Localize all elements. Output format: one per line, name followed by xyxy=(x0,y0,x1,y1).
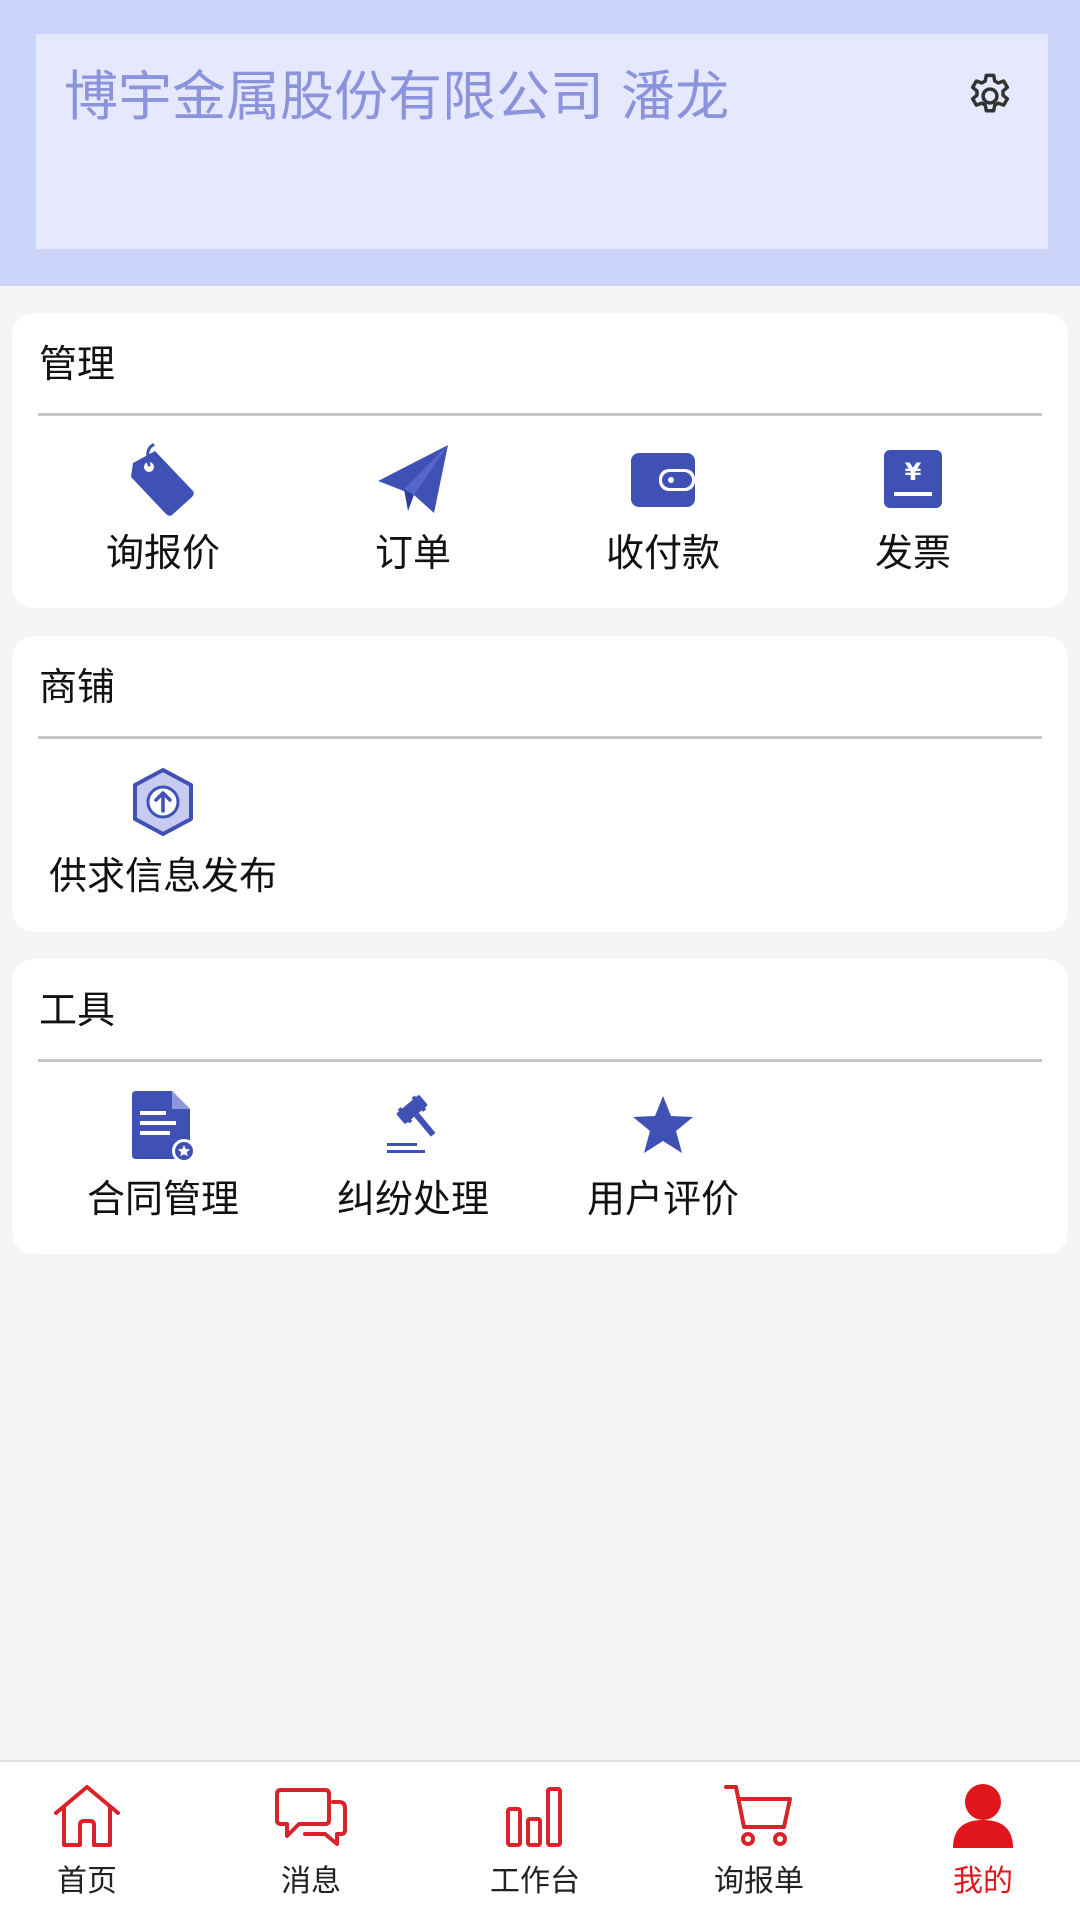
grid-item-supply-demand-publish[interactable]: 供求信息发布 xyxy=(38,762,288,902)
tab-messages[interactable]: 消息 xyxy=(211,1780,411,1910)
grid-label: 纠纷处理 xyxy=(336,1177,489,1221)
contract-document-icon xyxy=(123,1085,203,1165)
divider xyxy=(38,736,1042,739)
grid-item-dispute-handling[interactable]: 纠纷处理 xyxy=(288,1085,538,1225)
section-tools: 工具 合同管理 纠纷处理 用户评价 xyxy=(12,959,1068,1254)
profile-card[interactable]: 博宇金属股份有限公司 潘龙 xyxy=(36,34,1048,249)
grid-item-orders[interactable]: 订单 xyxy=(288,439,538,579)
tab-label: 首页 xyxy=(57,1864,117,1899)
user-icon xyxy=(945,1780,1021,1852)
bar-chart-icon xyxy=(497,1780,573,1852)
bottom-tab-bar: 首页 消息 工作台 询报单 我的 xyxy=(0,1760,1080,1920)
grid-item-contract-management[interactable]: 合同管理 xyxy=(38,1085,288,1225)
header-band: 博宇金属股份有限公司 潘龙 xyxy=(0,0,1080,286)
invoice-yen-icon: ¥ xyxy=(873,439,953,519)
gear-icon xyxy=(964,70,1016,126)
tab-inquiry-list[interactable]: 询报单 xyxy=(659,1780,859,1910)
tab-home[interactable]: 首页 xyxy=(0,1780,187,1910)
home-icon xyxy=(49,1780,125,1852)
grid-label: 发票 xyxy=(874,531,951,575)
grid-label: 用户评价 xyxy=(586,1177,739,1221)
section-title-management: 管理 xyxy=(39,342,116,386)
divider xyxy=(38,1059,1042,1062)
star-icon xyxy=(623,1085,703,1165)
profile-name: 博宇金属股份有限公司 潘龙 xyxy=(64,65,730,128)
tab-workbench[interactable]: 工作台 xyxy=(435,1780,635,1910)
grid-label: 合同管理 xyxy=(86,1177,239,1221)
grid-item-inquiry-quote[interactable]: 询报价 xyxy=(38,439,288,579)
page: 博宇金属股份有限公司 潘龙 管理 询报价 订单 收付款 ¥ 发票 商铺 供求信息… xyxy=(0,0,1080,1920)
tab-label: 我的 xyxy=(953,1864,1013,1899)
cart-icon xyxy=(721,1780,797,1852)
grid-item-user-reviews[interactable]: 用户评价 xyxy=(538,1085,788,1225)
grid-item-payments[interactable]: 收付款 xyxy=(538,439,788,579)
divider xyxy=(38,413,1042,416)
gavel-icon xyxy=(373,1085,453,1165)
tab-mine[interactable]: 我的 xyxy=(883,1780,1080,1910)
tab-label: 消息 xyxy=(281,1864,341,1899)
tab-label: 询报单 xyxy=(714,1864,804,1899)
section-shop: 商铺 供求信息发布 xyxy=(12,636,1068,932)
tab-label: 工作台 xyxy=(490,1864,580,1899)
grid-item-invoice[interactable]: ¥ 发票 xyxy=(788,439,1038,579)
settings-button[interactable] xyxy=(962,70,1018,126)
grid-label: 收付款 xyxy=(605,531,720,575)
price-tag-icon xyxy=(123,439,203,519)
section-management: 管理 询报价 订单 收付款 ¥ 发票 xyxy=(12,313,1068,608)
paper-plane-icon xyxy=(373,439,453,519)
grid-label: 询报价 xyxy=(105,531,220,575)
svg-text:¥: ¥ xyxy=(905,458,922,486)
upload-hexagon-icon xyxy=(123,762,203,842)
wallet-icon xyxy=(623,439,703,519)
section-title-tools: 工具 xyxy=(39,988,116,1032)
grid-label: 订单 xyxy=(374,531,451,575)
message-icon xyxy=(273,1780,349,1852)
section-title-shop: 商铺 xyxy=(39,665,116,709)
grid-label: 供求信息发布 xyxy=(48,854,277,898)
